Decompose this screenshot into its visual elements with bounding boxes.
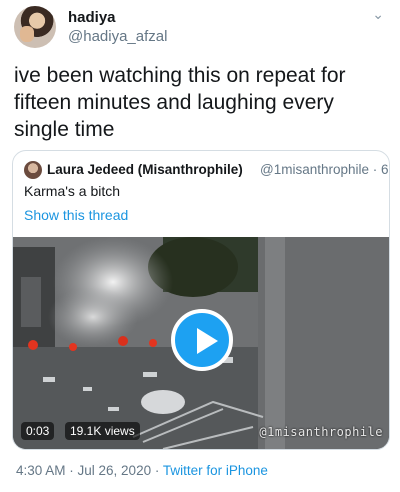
quoted-tweet-header: Laura Jedeed (Misanthrophile) @1misanthr… [24,160,389,180]
source-link[interactable]: Twitter for iPhone [163,463,268,478]
avatar[interactable] [14,6,56,48]
video-duration: 0:03 [21,422,55,440]
quoted-tweet[interactable]: Laura Jedeed (Misanthrophile) @1misanthr… [12,150,390,450]
video-player[interactable]: 0:03 19.1K views @1misanthrophile [13,237,389,449]
quoted-avatar [24,161,42,179]
video-views: 19.1K views [65,422,140,440]
author-name[interactable]: hadiya [68,9,116,26]
quoted-tweet-text: Karma's a bitch [24,183,121,199]
tweet-text: ive been watching this on repeat for fif… [14,64,346,141]
tweet-footer: 4:30 AM · Jul 26, 2020 · Twitter for iPh… [16,463,268,478]
show-thread-link[interactable]: Show this thread [24,207,128,223]
author-handle[interactable]: @hadiya_afzal [68,28,167,45]
timestamp[interactable]: 4:30 AM · Jul 26, 2020 · [16,463,163,478]
quoted-author-name: Laura Jedeed (Misanthrophile) [47,162,243,177]
quoted-author-meta: @1misanthrophile · 6h [260,162,390,177]
play-icon[interactable] [171,309,233,371]
tweet-header: hadiya @hadiya_afzal ⌄ [14,6,390,50]
chevron-down-icon[interactable]: ⌄ [372,6,384,23]
video-watermark: @1misanthrophile [259,425,383,439]
